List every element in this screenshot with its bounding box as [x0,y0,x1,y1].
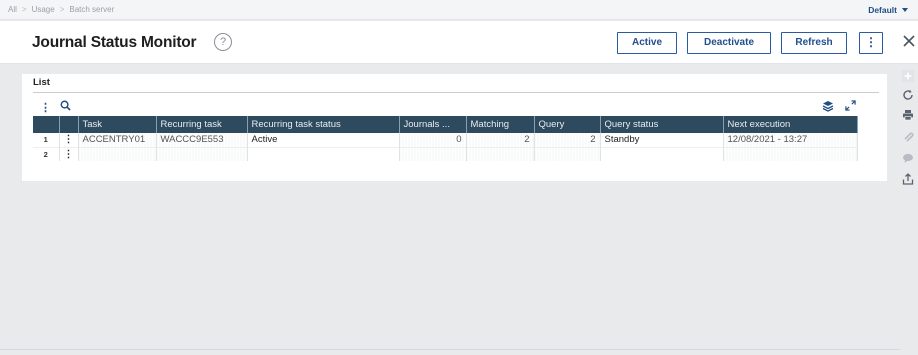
page-header: Journal Status Monitor ? Active Deactiva… [0,21,918,64]
panel-title: List [33,77,50,88]
column-header-query-status[interactable]: Query status [600,116,724,133]
right-toolbar [897,64,918,355]
panel-divider [33,92,879,93]
cell-journals[interactable] [399,146,467,161]
cell-recurring-task[interactable]: WACCC9E553 [156,133,248,147]
cell-matching[interactable] [466,146,535,161]
column-header-recurring-task[interactable]: Recurring task [156,116,248,133]
grid-header-row: Task Recurring task Recurring task statu… [33,116,858,133]
folder-selector-label: Default [868,5,897,15]
active-button[interactable]: Active [617,32,677,54]
cell-task[interactable]: ACCENTRY01 [78,133,157,147]
row-menu-icon[interactable]: ⋮ [59,133,79,147]
cell-query-status[interactable]: Standby [600,133,724,147]
breadcrumb-separator: > [21,5,27,14]
clip-icon[interactable] [902,130,914,142]
layers-icon[interactable] [822,100,834,112]
refresh-button[interactable]: Refresh [781,32,847,54]
column-header-next-execution[interactable]: Next execution [723,116,858,133]
plus-icon[interactable] [902,70,914,82]
more-actions-button[interactable]: ⋮ [859,32,883,54]
deactivate-button[interactable]: Deactivate [687,32,771,54]
cell-query[interactable] [534,146,601,161]
page-title: Journal Status Monitor [32,34,197,51]
row-number-header [33,116,60,133]
comment-icon[interactable] [902,152,914,164]
row-menu-icon[interactable]: ⋮ [59,146,79,161]
journal-status-grid: Task Recurring task Recurring task statu… [33,116,858,161]
list-panel: List ⋮ Task Recurring task Recurring tas… [22,74,887,181]
export-icon[interactable] [902,173,914,185]
cell-query[interactable]: 2 [534,133,601,147]
table-row[interactable]: 2 ⋮ [33,146,858,161]
column-header-task[interactable]: Task [78,116,157,133]
row-number: 2 [33,146,60,161]
cell-next-execution[interactable] [723,146,858,161]
close-icon[interactable] [902,34,916,48]
cell-query-status[interactable] [600,146,724,161]
column-header-matching[interactable]: Matching [466,116,535,133]
expand-icon[interactable] [845,100,856,111]
cell-task[interactable] [78,146,157,161]
help-icon[interactable]: ? [214,33,232,51]
cell-journals[interactable]: 0 [399,133,467,147]
row-menu-header [59,116,79,133]
footer-divider [0,349,900,350]
print-icon[interactable] [902,109,914,121]
cell-recurring-task-status[interactable]: Active [247,133,400,147]
chevron-down-icon [902,8,908,12]
row-number: 1 [33,133,60,147]
cell-recurring-task-status[interactable] [247,146,400,161]
column-header-query[interactable]: Query [534,116,601,133]
folder-selector[interactable]: Default [868,5,908,15]
kebab-icon[interactable]: ⋮ [40,101,51,114]
cell-next-execution[interactable]: 12/08/2021 - 13:27 [723,133,858,147]
search-icon[interactable] [60,100,71,111]
breadcrumb-item-batch-server[interactable]: Batch server [69,5,114,14]
breadcrumb-separator: > [59,5,65,14]
cell-recurring-task[interactable] [156,146,248,161]
cell-matching[interactable]: 2 [466,133,535,147]
reload-icon[interactable] [902,89,914,101]
column-header-recurring-task-status[interactable]: Recurring task status [247,116,400,133]
table-row[interactable]: 1 ⋮ ACCENTRY01 WACCC9E553 Active 0 2 2 S… [33,133,858,147]
breadcrumb-item-usage[interactable]: Usage [32,5,55,14]
breadcrumb: All > Usage > Batch server [8,5,114,14]
breadcrumb-item-all[interactable]: All [8,5,17,14]
top-bar: All > Usage > Batch server Default [0,0,918,20]
column-header-journals[interactable]: Journals ... [399,116,467,133]
